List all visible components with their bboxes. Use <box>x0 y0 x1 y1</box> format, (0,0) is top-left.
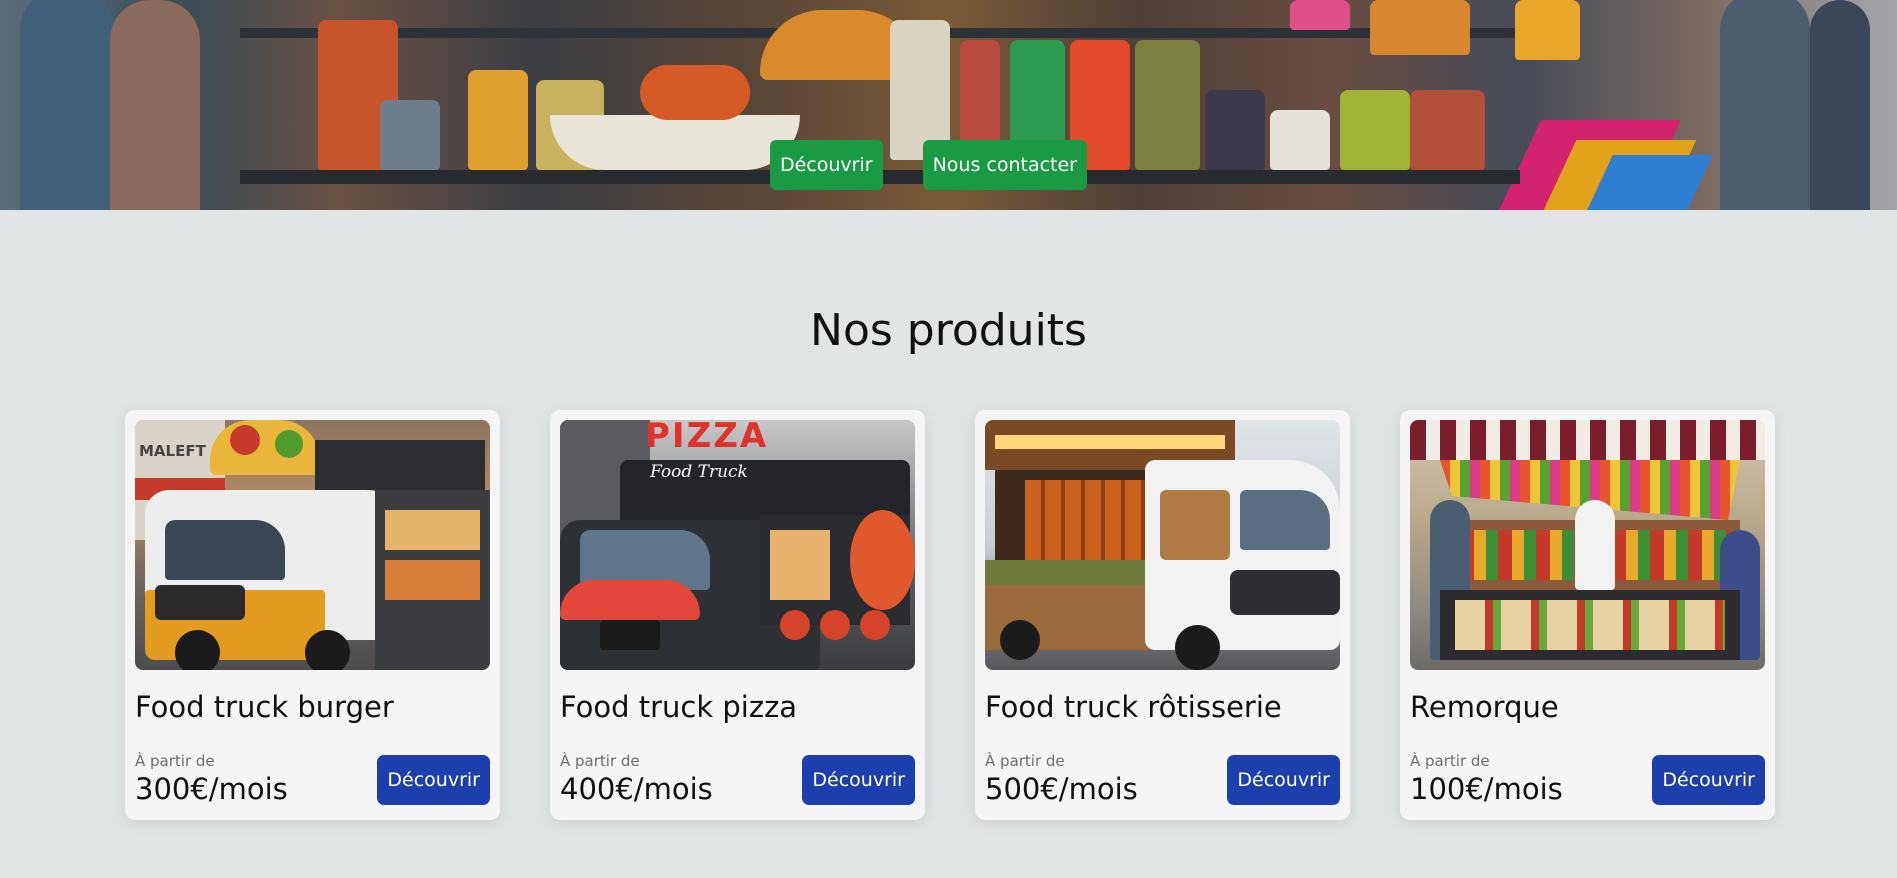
pizza-sign-text: PIZZA <box>645 420 769 456</box>
product-name: Food truck rôtisserie <box>985 690 1282 724</box>
product-price: 100€/mois <box>1410 772 1563 806</box>
products-section-title: Nos produits <box>810 305 1087 356</box>
product-name: Food truck burger <box>135 690 394 724</box>
discover-rotisserie-button[interactable]: Découvrir <box>1227 755 1340 805</box>
discover-burger-button[interactable]: Découvrir <box>377 755 490 805</box>
product-price: 400€/mois <box>560 772 713 806</box>
price-prefix: À partir de <box>135 752 215 770</box>
food-truck-rotisserie-image <box>985 420 1340 670</box>
discover-trailer-button[interactable]: Découvrir <box>1652 755 1765 805</box>
product-name: Food truck pizza <box>560 690 798 724</box>
pizza-truck-script-text: Food Truck <box>650 462 748 482</box>
product-price: 300€/mois <box>135 772 288 806</box>
hero-contact-button[interactable]: Nous contacter <box>922 140 1087 190</box>
product-card-pizza: PIZZA Food Truck Food truck pizza À part… <box>550 410 925 820</box>
product-name: Remorque <box>1410 690 1559 724</box>
discover-pizza-button[interactable]: Découvrir <box>802 755 915 805</box>
price-prefix: À partir de <box>1410 752 1490 770</box>
hero-discover-button[interactable]: Découvrir <box>769 140 883 190</box>
price-prefix: À partir de <box>560 752 640 770</box>
food-truck-pizza-image: PIZZA Food Truck <box>560 420 915 670</box>
product-price: 500€/mois <box>985 772 1138 806</box>
price-prefix: À partir de <box>985 752 1065 770</box>
food-truck-burger-image: MALEFT <box>135 420 490 670</box>
food-trailer-image <box>1410 420 1765 670</box>
products-grid: MALEFT Food truck burger À partir de 300… <box>125 410 1775 820</box>
hero-banner: Découvrir Nous contacter <box>0 0 1897 210</box>
product-card-burger: MALEFT Food truck burger À partir de 300… <box>125 410 500 820</box>
store-sign-text: MALEFT <box>139 442 206 460</box>
product-card-rotisserie: Food truck rôtisserie À partir de 500€/m… <box>975 410 1350 820</box>
product-card-trailer: Remorque À partir de 100€/mois Découvrir <box>1400 410 1775 820</box>
